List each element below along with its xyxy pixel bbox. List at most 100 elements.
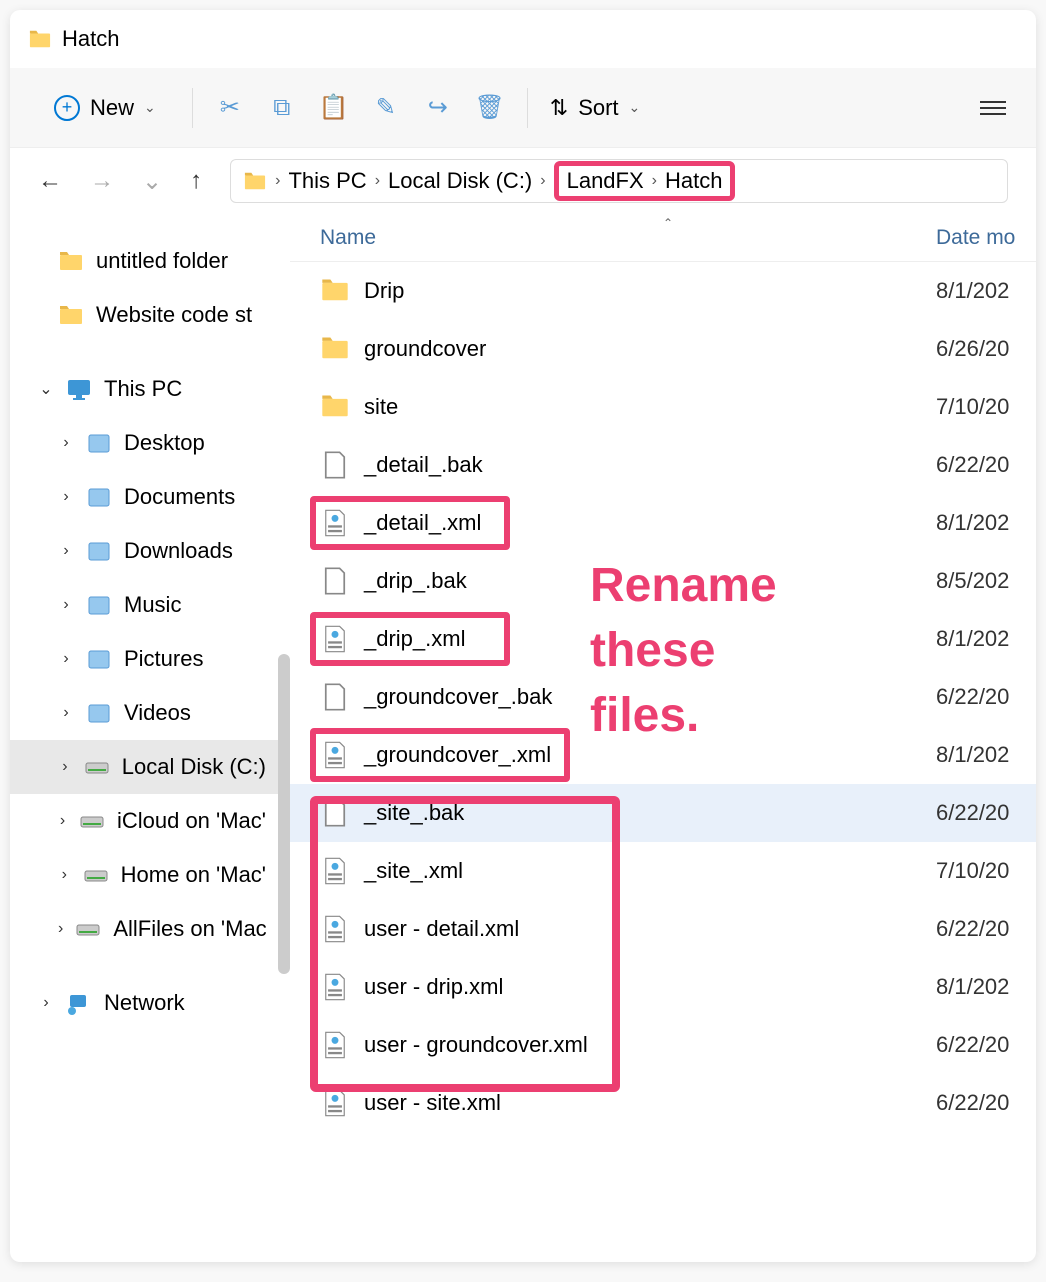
file-row[interactable]: _groundcover_.bak 6/22/20 [290,668,1036,726]
breadcrumb-item[interactable]: Local Disk (C:) [388,168,532,194]
sort-icon: ⇅ [550,95,568,121]
history-dropdown[interactable]: ⌄ [142,167,162,196]
rename-icon[interactable]: ✎ [371,93,401,123]
scrollbar[interactable] [278,654,290,974]
file-row[interactable]: Drip 8/1/202 [290,262,1036,320]
file-row[interactable]: user - groundcover.xml 6/22/20 [290,1016,1036,1074]
sidebar-item[interactable]: › Local Disk (C:) [10,740,290,794]
file-icon [320,450,350,480]
sidebar-item[interactable]: › Downloads [10,524,290,578]
file-icon [320,682,350,712]
paste-icon[interactable]: 📋 [319,93,349,123]
monitor-icon [66,377,92,401]
sidebar-label: This PC [104,376,182,402]
file-date: 7/10/20 [936,858,1036,884]
file-icon [320,566,350,596]
xml-icon [320,1088,350,1118]
chevron-right-icon: › [58,434,74,452]
file-row[interactable]: _groundcover_.xml 8/1/202 [290,726,1036,784]
chevron-down-icon: ⌄ [38,379,54,399]
sidebar-label: Home on 'Mac' [121,862,266,888]
file-date: 7/10/20 [936,394,1036,420]
cut-icon[interactable]: ✂ [215,93,245,123]
column-header[interactable]: ⌃ Name Date mo [290,214,1036,262]
back-button[interactable]: ← [38,167,62,195]
sidebar-item[interactable]: › Videos [10,686,290,740]
sidebar-quick-item[interactable]: untitled folder [10,234,290,288]
drive-icon [79,809,105,833]
file-row[interactable]: _site_.xml 7/10/20 [290,842,1036,900]
address-bar[interactable]: › This PC › Local Disk (C:) › LandFX › H… [230,159,1008,203]
breadcrumb-item[interactable]: This PC [288,168,366,194]
file-name: _detail_.bak [364,452,936,478]
file-row[interactable]: user - detail.xml 6/22/20 [290,900,1036,958]
folder-icon [320,392,350,422]
sidebar-item[interactable]: › Desktop [10,416,290,470]
sidebar-item[interactable]: › Documents [10,470,290,524]
sidebar-label: Videos [124,700,191,726]
forward-button[interactable]: → [90,167,114,195]
file-row[interactable]: user - drip.xml 8/1/202 [290,958,1036,1016]
file-row[interactable]: _detail_.xml 8/1/202 [290,494,1036,552]
file-date: 8/1/202 [936,626,1036,652]
xml-icon [320,740,350,770]
file-name: site [364,394,936,420]
file-date: 8/1/202 [936,742,1036,768]
chevron-right-icon: › [58,488,74,506]
file-name: _drip_.xml [364,626,936,652]
chevron-right-icon: › [58,596,74,614]
lib-icon [86,647,112,671]
chevron-right-icon: › [275,172,280,190]
sidebar-item[interactable]: › iCloud on 'Mac' [10,794,290,848]
new-button[interactable]: + New ⌄ [40,89,170,127]
file-row[interactable]: _site_.bak 6/22/20 [290,784,1036,842]
xml-icon [320,1030,350,1060]
chevron-right-icon: › [58,542,74,560]
drive-icon [75,917,101,941]
sidebar: untitled folder Website code st ⌄ This P… [10,214,290,1262]
column-name[interactable]: Name [320,226,936,250]
lib-icon [86,701,112,725]
chevron-right-icon: › [58,650,74,668]
titlebar: Hatch [10,10,1036,68]
column-date[interactable]: Date mo [936,226,1036,250]
sidebar-quick-item[interactable]: Website code st [10,288,290,342]
file-row[interactable]: user - site.xml 6/22/20 [290,1074,1036,1132]
sidebar-label: Desktop [124,430,205,456]
file-date: 6/22/20 [936,452,1036,478]
sort-button[interactable]: ⇅ Sort ⌄ [550,95,641,121]
file-list: ⌃ Name Date mo Drip 8/1/202 groundcover … [290,214,1036,1262]
view-menu-icon[interactable] [980,101,1006,115]
sidebar-item[interactable]: › Home on 'Mac' [10,848,290,902]
chevron-down-icon: ⌄ [144,99,156,116]
sidebar-this-pc[interactable]: ⌄ This PC [10,362,290,416]
file-row[interactable]: site 7/10/20 [290,378,1036,436]
file-date: 8/5/202 [936,568,1036,594]
up-button[interactable]: ↑ [190,167,202,195]
folder-icon [28,28,52,50]
sidebar-label: untitled folder [96,248,228,274]
sidebar-network[interactable]: › Network [10,976,290,1030]
share-icon[interactable]: ↪ [423,93,453,123]
divider [192,88,193,128]
file-date: 6/22/20 [936,1090,1036,1116]
file-row[interactable]: _drip_.bak 8/5/202 [290,552,1036,610]
folder-icon [320,334,350,364]
sidebar-label: Downloads [124,538,233,564]
sidebar-item[interactable]: › Music [10,578,290,632]
breadcrumb-item[interactable]: LandFX [567,168,644,194]
file-row[interactable]: _detail_.bak 6/22/20 [290,436,1036,494]
sidebar-item[interactable]: › AllFiles on 'Mac [10,902,290,956]
breadcrumb-item[interactable]: Hatch [665,168,722,194]
sidebar-item[interactable]: › Pictures [10,632,290,686]
toolbar: + New ⌄ ✂ ⧉ 📋 ✎ ↪ 🗑 ⇅ Sort ⌄ [10,68,1036,148]
file-row[interactable]: _drip_.xml 8/1/202 [290,610,1036,668]
file-row[interactable]: groundcover 6/26/20 [290,320,1036,378]
delete-icon[interactable]: 🗑 [475,93,505,123]
file-name: groundcover [364,336,936,362]
sidebar-label: Network [104,990,185,1016]
copy-icon[interactable]: ⧉ [267,93,297,123]
window-title: Hatch [62,26,119,52]
sidebar-label: Local Disk (C:) [122,754,266,780]
sidebar-label: Documents [124,484,235,510]
